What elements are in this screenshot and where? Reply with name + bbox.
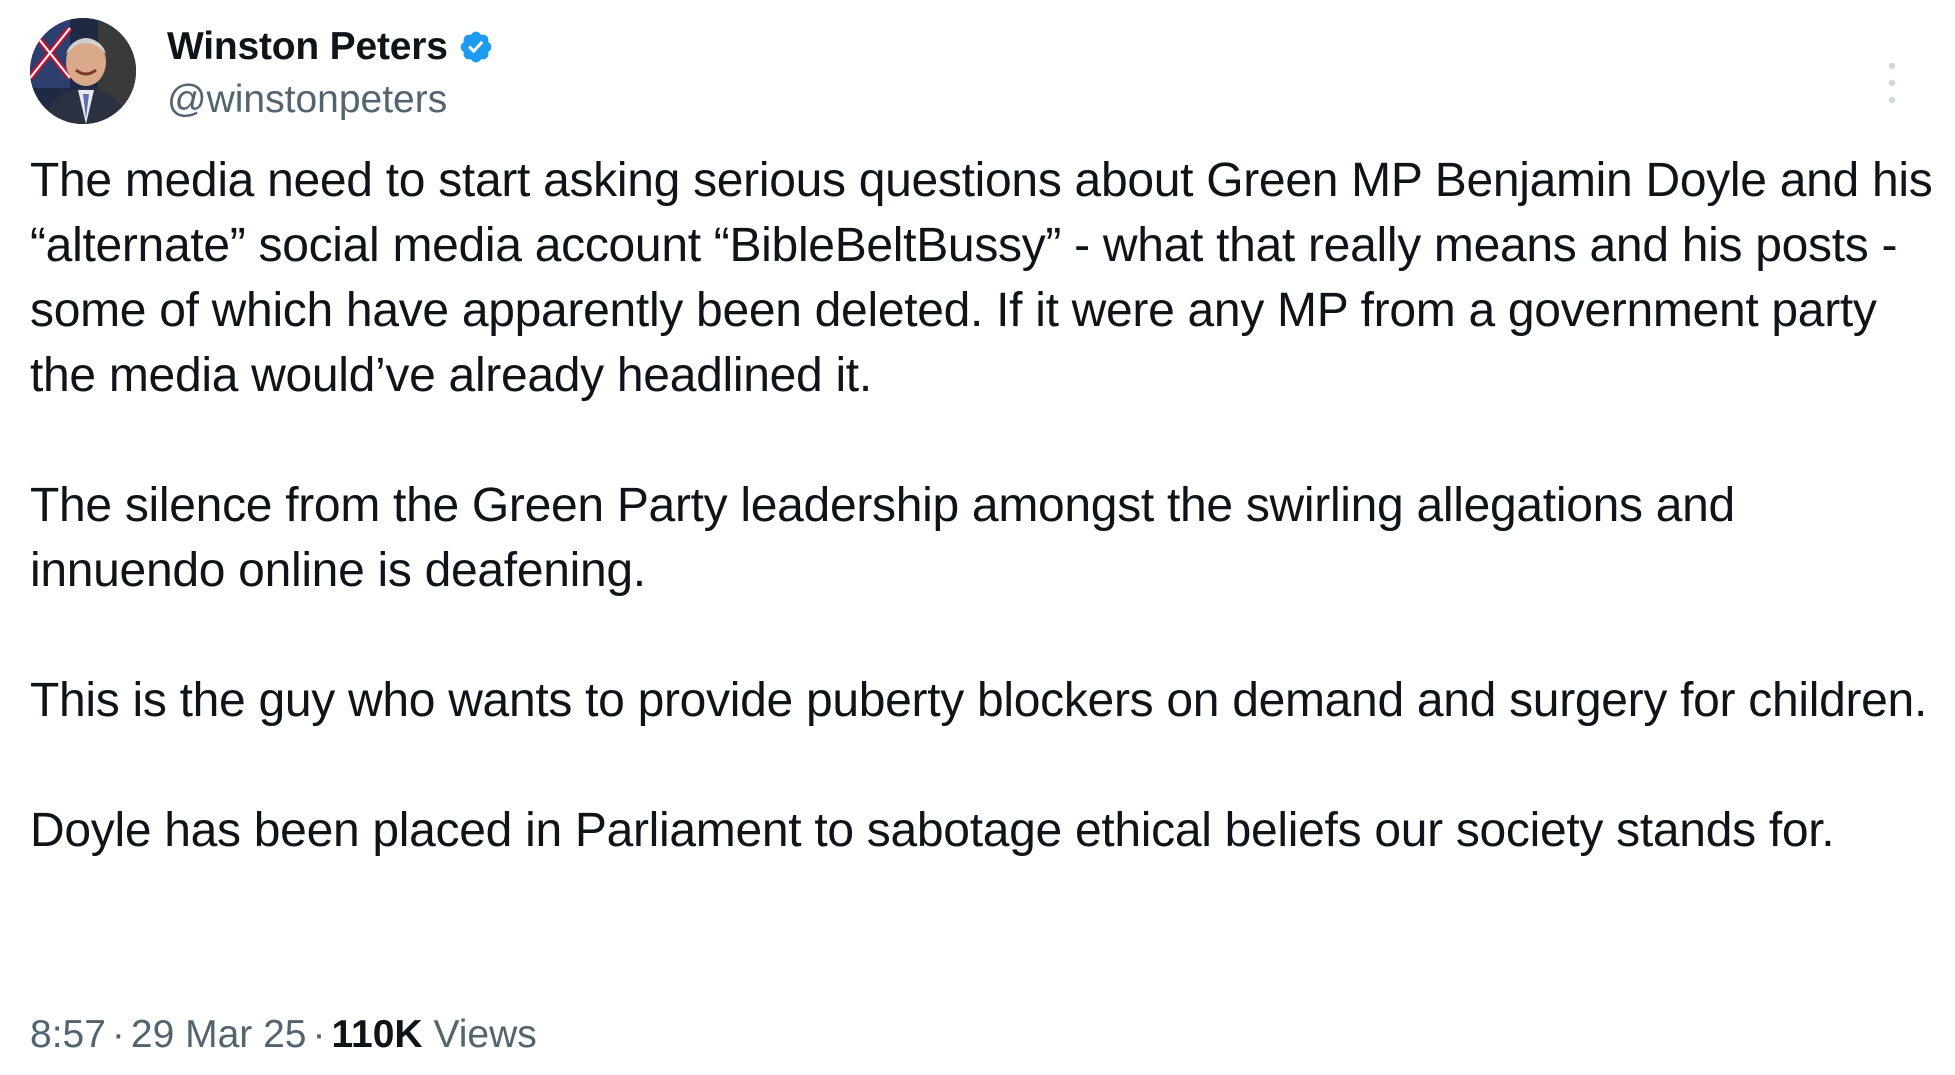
views-count[interactable]: 110K [332,1013,423,1056]
tweet-text: The media need to start asking serious q… [30,148,1940,863]
tweet-paragraph: The silence from the Green Party leaders… [30,479,1735,597]
more-vertical-icon[interactable] [1882,58,1902,108]
tweet-paragraph: Doyle has been placed in Parliament to s… [30,804,1835,857]
author-info: Winston Peters @winstonpeters [167,18,494,124]
tweet-paragraph: The media need to start asking serious q… [30,154,1933,402]
author-display-name[interactable]: Winston Peters [167,25,448,69]
display-name-row: Winston Peters [167,18,494,76]
tweet-header: Winston Peters @winstonpeters [30,18,1930,128]
tweet-date[interactable]: 29 Mar 25 [131,1013,307,1056]
tweet-paragraph: This is the guy who wants to provide pub… [30,674,1927,727]
verified-badge-icon [458,29,494,65]
tweet-time[interactable]: 8:57 [30,1013,106,1056]
author-handle[interactable]: @winstonpeters [167,76,494,124]
avatar-image [30,18,136,124]
views-label: Views [433,1013,537,1056]
meta-separator: · [111,1013,125,1056]
tweet-card: Winston Peters @winstonpeters The media … [0,0,1955,1075]
tweet-meta: 8:57 · 29 Mar 25 · 110K Views [30,1010,537,1060]
avatar[interactable] [30,18,136,124]
meta-separator: · [312,1013,326,1056]
